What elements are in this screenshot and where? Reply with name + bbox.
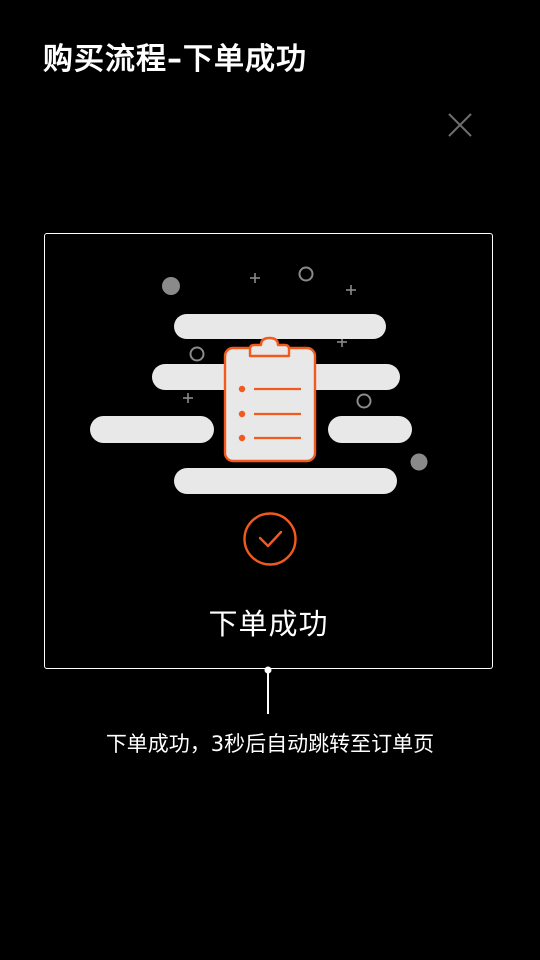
- redirect-notice: 下单成功，3秒后自动跳转至订单页: [105, 732, 435, 756]
- close-button[interactable]: [444, 109, 476, 141]
- order-success-card: 下单成功: [44, 233, 493, 669]
- check-circle-icon: [243, 512, 297, 566]
- order-status-label: 下单成功: [208, 607, 329, 641]
- clipboard-list-icon: [223, 336, 317, 463]
- page-title: 购买流程–下单成功: [43, 42, 307, 77]
- close-icon[interactable]: [444, 109, 476, 141]
